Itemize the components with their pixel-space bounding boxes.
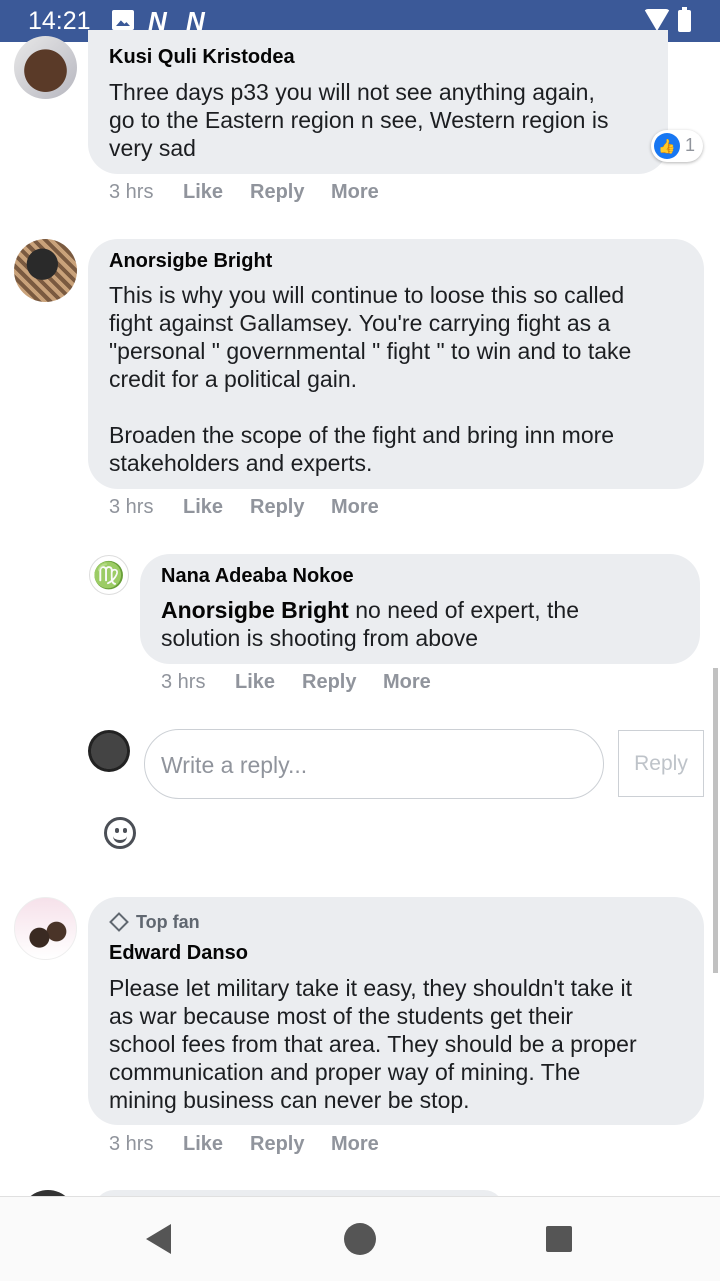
submit-reply-button[interactable]: Reply <box>618 730 704 797</box>
top-fan-label: Top fan <box>136 912 200 932</box>
reply-button[interactable]: Reply <box>302 671 356 694</box>
like-button[interactable]: Like <box>183 1133 223 1156</box>
reply-author[interactable]: Nana Adeaba Nokoe <box>161 565 354 588</box>
home-icon[interactable] <box>344 1223 376 1255</box>
diamond-icon <box>109 912 129 932</box>
scrollbar[interactable] <box>713 668 718 973</box>
image-notification-icon <box>112 10 134 30</box>
more-button[interactable]: More <box>331 1133 379 1156</box>
my-avatar <box>88 730 130 772</box>
comment-time: 3 hrs <box>109 1133 154 1155</box>
comment-time: 3 hrs <box>109 496 154 518</box>
comment-author[interactable]: Kusi Quli Kristodea <box>109 46 295 69</box>
back-icon[interactable] <box>146 1224 171 1254</box>
reply-button[interactable]: Reply <box>250 181 304 204</box>
virgo-icon: ♍ <box>92 560 126 590</box>
status-time: 14:21 <box>28 7 91 35</box>
avatar[interactable] <box>14 897 77 960</box>
reply-button[interactable]: Reply <box>250 1133 304 1156</box>
comment-time: 3 hrs <box>109 181 154 203</box>
comment-text: This is why you will continue to loose t… <box>109 282 632 476</box>
like-button[interactable]: Like <box>183 496 223 519</box>
avatar[interactable] <box>14 36 77 99</box>
mention-link[interactable]: Anorsigbe Bright <box>161 597 349 623</box>
top-fan-badge: Top fan <box>108 912 200 933</box>
like-button[interactable]: Like <box>235 671 275 694</box>
reply-button[interactable]: Reply <box>250 496 304 519</box>
smiley-icon[interactable] <box>104 817 136 849</box>
reply-input[interactable] <box>159 746 583 784</box>
reply-time: 3 hrs <box>161 671 206 693</box>
comment-author[interactable]: Edward Danso <box>109 942 248 965</box>
more-button[interactable]: More <box>331 496 379 519</box>
more-button[interactable]: More <box>383 671 431 694</box>
more-button[interactable]: More <box>331 181 379 204</box>
reply-input-wrapper[interactable] <box>144 729 604 799</box>
wifi-icon <box>644 9 670 31</box>
reaction-count: 1 <box>685 135 696 155</box>
comment-text: Please let military take it easy, they s… <box>109 975 637 1113</box>
comment-text: Three days p33 you will not see anything… <box>109 79 609 161</box>
thumbs-up-icon: 👍 <box>654 133 680 159</box>
reaction-badge[interactable]: 👍 1 <box>651 130 703 162</box>
reply-text: Anorsigbe Bright no need of expert, the … <box>161 596 579 652</box>
battery-icon <box>678 7 691 32</box>
avatar[interactable] <box>14 239 77 302</box>
navigation-bar <box>0 1196 720 1281</box>
like-button[interactable]: Like <box>183 181 223 204</box>
avatar[interactable]: ♍ <box>89 555 129 595</box>
comment-author[interactable]: Anorsigbe Bright <box>109 250 272 273</box>
recents-icon[interactable] <box>546 1226 572 1252</box>
